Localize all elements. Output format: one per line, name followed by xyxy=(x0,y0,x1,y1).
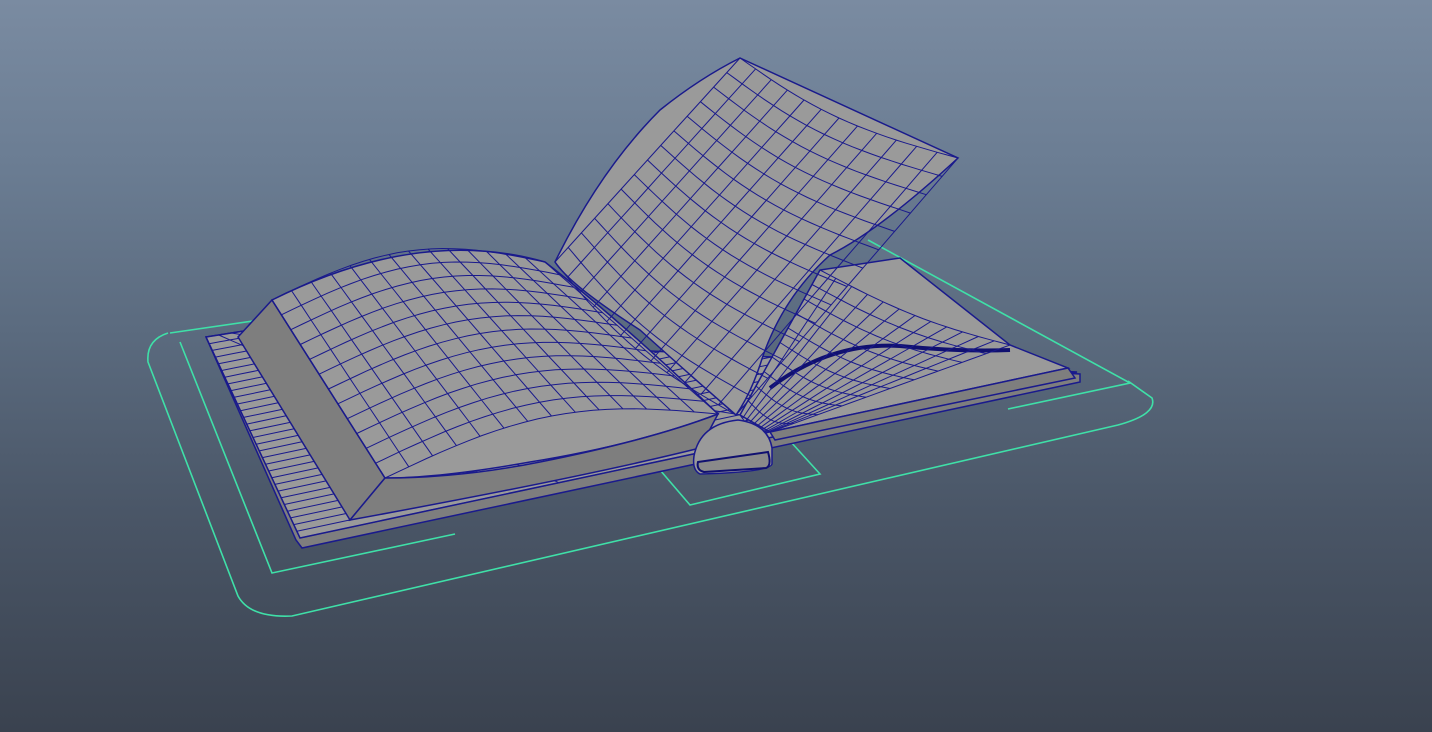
3d-viewport[interactable] xyxy=(0,0,1432,732)
scene-canvas[interactable] xyxy=(0,0,1432,732)
